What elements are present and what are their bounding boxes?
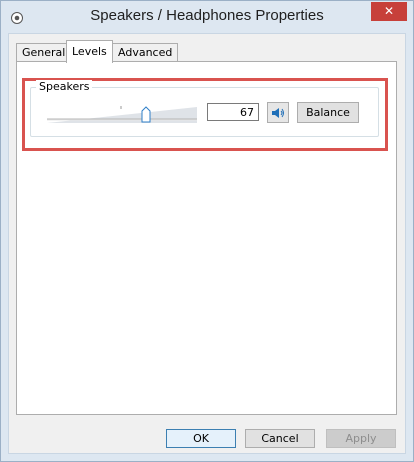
mute-toggle-button[interactable] xyxy=(267,102,289,123)
speaker-icon xyxy=(272,107,284,118)
volume-slider[interactable] xyxy=(47,105,197,125)
properties-window: Speakers / Headphones Properties ✕ Gener… xyxy=(0,0,414,462)
balance-button[interactable]: Balance xyxy=(297,102,359,123)
apply-button[interactable]: Apply xyxy=(326,429,396,448)
ok-button[interactable]: OK xyxy=(166,429,236,448)
volume-value-field[interactable]: 67 xyxy=(207,103,259,121)
tab-advanced[interactable]: Advanced xyxy=(112,43,179,62)
title-bar[interactable]: Speakers / Headphones Properties ✕ xyxy=(1,1,413,33)
close-button[interactable]: ✕ xyxy=(371,2,407,21)
tab-levels[interactable]: Levels xyxy=(66,40,113,63)
dialog-client-area: General Levels Advanced Speakers 67 Bala… xyxy=(8,33,406,454)
speakers-group-label: Speakers xyxy=(36,80,93,93)
cancel-button[interactable]: Cancel xyxy=(245,429,315,448)
levels-panel: Speakers 67 Balance xyxy=(16,61,397,415)
tab-general[interactable]: General xyxy=(16,43,72,62)
window-title: Speakers / Headphones Properties xyxy=(90,7,324,24)
